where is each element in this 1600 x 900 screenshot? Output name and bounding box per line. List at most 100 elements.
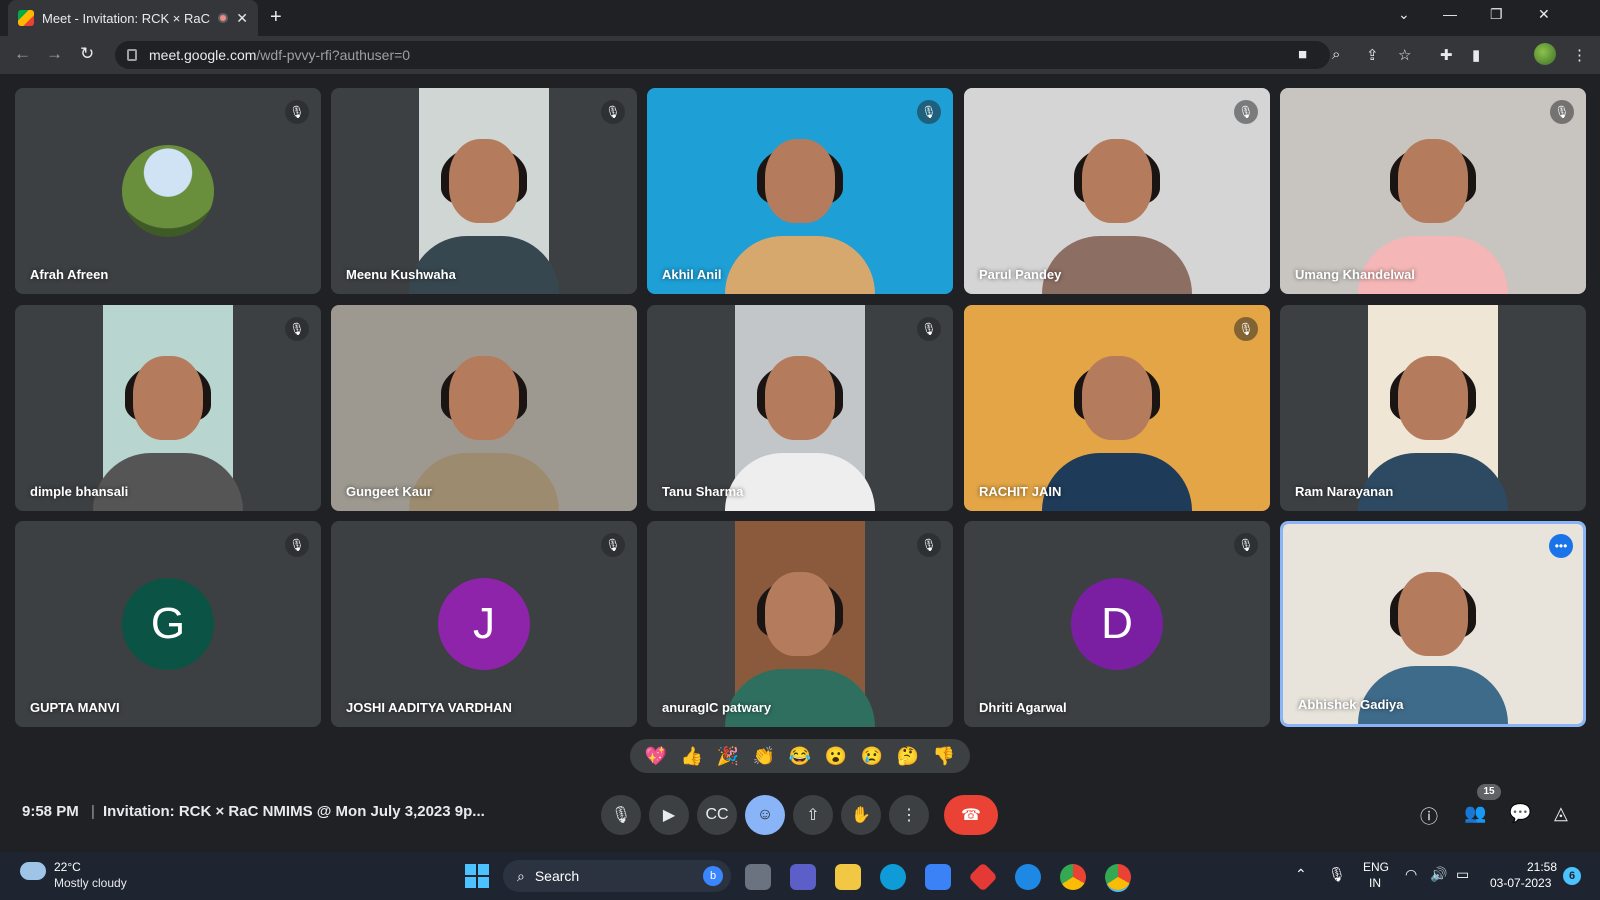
emoji-icon: ☺ (756, 806, 774, 823)
cloud-weather-icon[interactable] (20, 862, 46, 880)
taskbar-clock-date[interactable]: 03-07-2023 (1490, 876, 1551, 890)
input-region[interactable]: IN (1369, 876, 1381, 890)
minimize-button[interactable]: — (1443, 6, 1457, 22)
battery-icon[interactable]: ▭ (1456, 866, 1469, 883)
people-icon[interactable]: 👥 (1464, 803, 1486, 824)
volume-icon[interactable]: 🔊 (1430, 866, 1447, 883)
reaction-emoji-button[interactable]: 🎉 (717, 746, 739, 767)
wifi-icon[interactable]: ◠ (1405, 866, 1417, 883)
camera-in-use-icon[interactable]: ■ (1298, 46, 1307, 63)
participant-photo-avatar (122, 145, 214, 237)
reaction-emoji-button[interactable]: 😢 (861, 746, 883, 767)
mic-off-icon: 🎙 (1550, 100, 1574, 124)
chat-icon[interactable]: 💬 (1509, 803, 1531, 824)
leave-call-button[interactable]: ☎ (944, 795, 998, 835)
reaction-emoji-button[interactable]: 👎 (933, 746, 955, 767)
tab-search-icon[interactable]: ⌄ (1398, 6, 1410, 23)
close-window-button[interactable]: ✕ (1538, 6, 1550, 23)
participant-tile[interactable]: Tanu Sharma 🎙 (647, 305, 953, 511)
reaction-emoji-button[interactable]: 👏 (753, 746, 775, 767)
participant-tile[interactable]: J JOSHI AADITYA VARDHAN 🎙 (331, 521, 637, 727)
chrome-icon[interactable] (1060, 864, 1086, 890)
participant-video (964, 88, 1270, 294)
more-options-button[interactable]: ⋮ (889, 795, 929, 835)
participant-face (765, 355, 835, 440)
captions-button[interactable]: CC (697, 795, 737, 835)
reactions-button[interactable]: ☺ (745, 795, 785, 835)
taskbar-search[interactable]: ⌕ Search b (503, 860, 731, 892)
participant-body (1042, 236, 1192, 294)
participant-name: Dhriti Agarwal (979, 700, 1067, 715)
bookmark-star-icon[interactable]: ☆ (1398, 46, 1411, 64)
back-arrow-icon[interactable]: ← (14, 44, 31, 64)
participant-tile[interactable]: Gungeet Kaur (331, 305, 637, 511)
task-view-icon[interactable] (745, 864, 771, 890)
url-host: meet.google.com (149, 47, 257, 63)
side-panel-icon[interactable]: ▮ (1472, 46, 1480, 64)
tab-close-icon[interactable]: ✕ (236, 10, 248, 27)
participant-tile[interactable]: G GUPTA MANVI 🎙 (15, 521, 321, 727)
meeting-clock: 9:58 PM (22, 803, 79, 820)
bing-icon[interactable]: b (703, 866, 723, 886)
microphone-button[interactable]: 🎙 (601, 795, 641, 835)
reaction-emoji-button[interactable]: 👍 (681, 746, 703, 767)
activities-icon[interactable]: ◬ (1554, 803, 1568, 824)
show-hidden-icons-chevron-icon[interactable]: ⌃ (1295, 866, 1307, 883)
extensions-icon[interactable]: ✚ (1440, 46, 1453, 64)
participant-tile[interactable]: anuragIC patwary 🎙 (647, 521, 953, 727)
new-tab-button[interactable]: + (270, 6, 282, 29)
participant-tile[interactable]: Parul Pandey 🎙 (964, 88, 1270, 294)
meeting-title: Invitation: RCK × RaC NMIMS @ Mon July 3… (103, 803, 485, 820)
participant-name: Tanu Sharma (662, 484, 744, 499)
participant-tile[interactable]: D Dhriti Agarwal 🎙 (964, 521, 1270, 727)
participant-tile[interactable]: Ram Narayanan (1280, 305, 1586, 511)
zoom-icon[interactable]: ⌕ (1332, 46, 1340, 63)
lock-icon[interactable] (127, 49, 137, 61)
participant-tile[interactable]: dimple bhansali 🎙 (15, 305, 321, 511)
address-bar[interactable]: meet.google.com /wdf-pvvy-rfi?authuser=0 (115, 41, 1330, 69)
weather-description[interactable]: Mostly cloudy (54, 876, 127, 890)
search-icon: ⌕ (517, 867, 525, 884)
raise-hand-button[interactable]: ✋ (841, 795, 881, 835)
notification-count-badge[interactable]: 6 (1563, 867, 1581, 885)
camera-button[interactable]: ▶ (649, 795, 689, 835)
browser-tab-meet[interactable]: Meet - Invitation: RCK × RaC ✕ (8, 0, 258, 36)
participant-tile[interactable]: Afrah Afreen 🎙 (15, 88, 321, 294)
taskbar-clock-time[interactable]: 21:58 (1527, 860, 1557, 874)
more-options-icon[interactable]: ••• (1549, 534, 1573, 558)
reaction-emoji-button[interactable]: 🤔 (897, 746, 919, 767)
participant-tile[interactable]: RACHIT JAIN 🎙 (964, 305, 1270, 511)
input-language[interactable]: ENG (1363, 860, 1389, 874)
participant-name: Akhil Anil (662, 267, 722, 282)
mic-off-icon: 🎙 (1234, 317, 1258, 341)
participant-initial-avatar: J (438, 578, 530, 670)
participant-video (1358, 305, 1508, 511)
browser-menu-icon[interactable]: ⋮ (1572, 46, 1587, 64)
participant-tile[interactable]: Akhil Anil 🎙 (647, 88, 953, 294)
forward-arrow-icon[interactable]: → (46, 44, 63, 64)
participant-tile[interactable]: Meenu Kushwaha 🎙 (331, 88, 637, 294)
teams-chat-icon[interactable] (790, 864, 816, 890)
file-explorer-icon[interactable] (835, 864, 861, 890)
participant-body (725, 236, 875, 294)
profile-avatar[interactable] (1534, 43, 1556, 65)
microsoft-store-icon[interactable] (925, 864, 951, 890)
reload-icon[interactable]: ↻ (80, 44, 94, 64)
reaction-emoji-button[interactable]: 😮 (825, 746, 847, 767)
chrome-profile-icon[interactable] (1105, 864, 1131, 890)
participant-video (725, 521, 875, 727)
weather-temperature[interactable]: 22°C (54, 860, 81, 874)
reaction-emoji-button[interactable]: 💖 (645, 746, 667, 767)
windows-start-icon[interactable] (465, 864, 489, 888)
participant-tile[interactable]: Umang Khandelwal 🎙 (1280, 88, 1586, 294)
restore-button[interactable]: ❐ (1490, 6, 1503, 23)
browser-tab-strip: Meet - Invitation: RCK × RaC ✕ + ⌄ — ❐ ✕ (0, 0, 1600, 36)
mic-tray-icon[interactable]: 🎙 (1328, 866, 1346, 883)
edge-browser-icon[interactable] (880, 864, 906, 890)
present-button[interactable]: ⇧ (793, 795, 833, 835)
reaction-emoji-button[interactable]: 😂 (789, 746, 811, 767)
participant-tile[interactable]: Abhishek Gadiya ••• (1280, 521, 1586, 727)
share-icon[interactable]: ⇪ (1366, 46, 1379, 64)
app-sync-icon[interactable] (1015, 864, 1041, 890)
meeting-info-icon[interactable]: ⓘ (1420, 803, 1438, 829)
